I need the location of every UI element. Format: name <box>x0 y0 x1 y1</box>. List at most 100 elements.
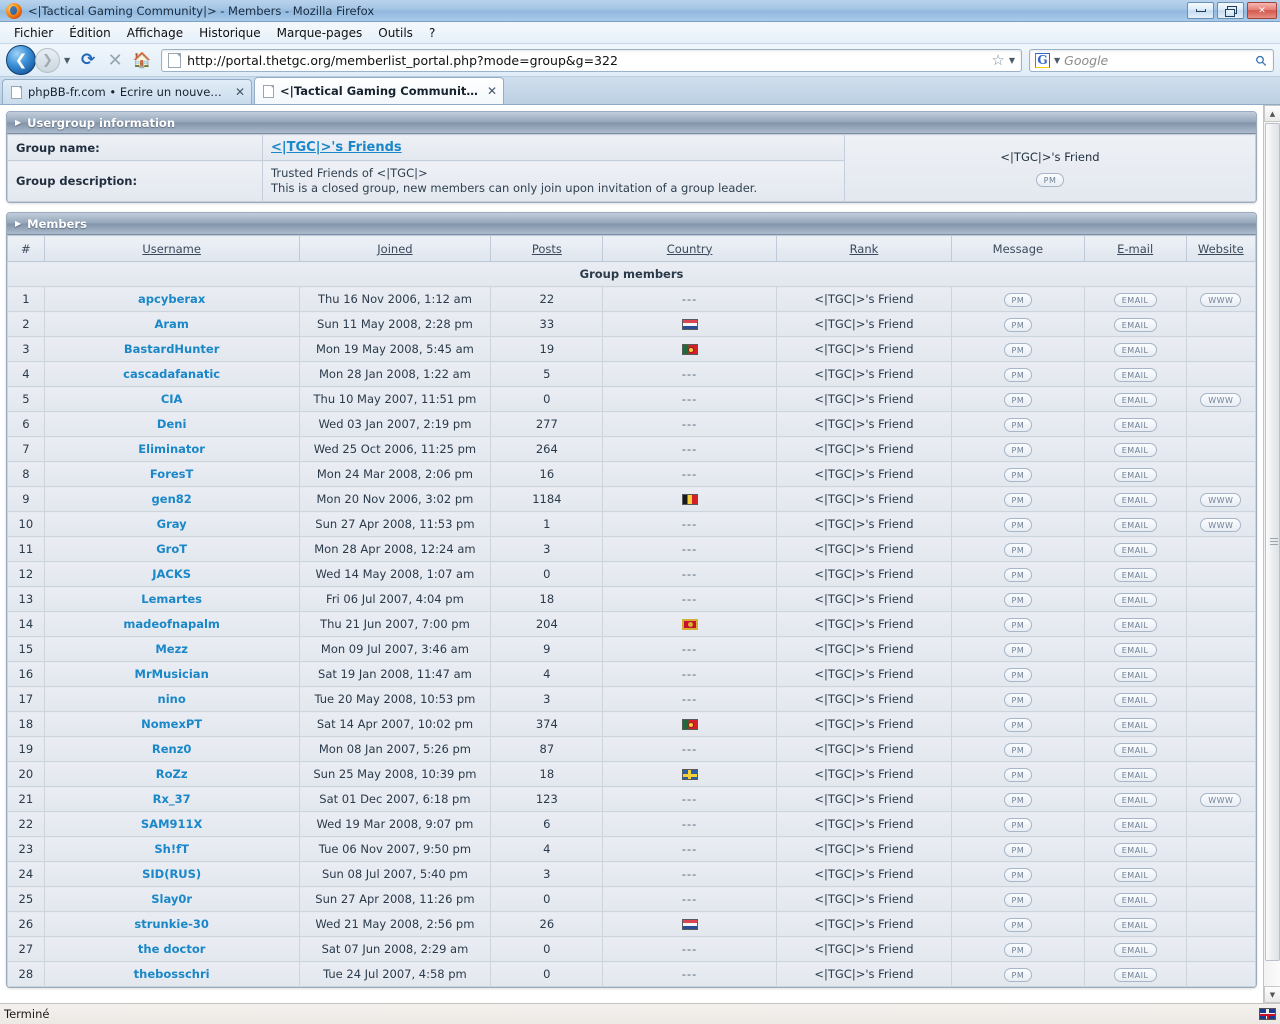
email-button[interactable]: EMAIL <box>1113 317 1157 332</box>
url-input[interactable]: http://portal.thetgc.org/memberlist_port… <box>187 53 987 68</box>
email-button[interactable]: EMAIL <box>1113 367 1157 382</box>
chevron-down-icon[interactable]: ▼ <box>64 56 70 65</box>
pm-button[interactable]: PM <box>1003 467 1033 482</box>
username-link[interactable]: gen82 <box>152 492 192 506</box>
username-link[interactable]: Renz0 <box>152 742 192 756</box>
back-icon[interactable]: ❮ <box>6 45 36 75</box>
minimize-button[interactable] <box>1187 2 1214 19</box>
username-link[interactable]: GroT <box>156 542 187 556</box>
col-email[interactable]: E-mail <box>1083 235 1187 262</box>
username-link[interactable]: madeofnapalm <box>123 617 220 631</box>
pm-button[interactable]: PM <box>1003 292 1033 307</box>
email-button[interactable]: EMAIL <box>1113 417 1157 432</box>
email-button[interactable]: EMAIL <box>1113 717 1157 732</box>
scroll-down-icon[interactable]: ▼ <box>1264 986 1280 1003</box>
email-button[interactable]: EMAIL <box>1113 742 1157 757</box>
username-link[interactable]: SAM911X <box>141 817 203 831</box>
pm-button[interactable]: PM <box>1003 792 1033 807</box>
col-country[interactable]: Country <box>602 235 777 262</box>
search-input[interactable]: Google <box>1064 53 1256 68</box>
username-link[interactable]: cascadafanatic <box>123 367 220 381</box>
username-link[interactable]: NomexPT <box>141 717 202 731</box>
pm-button[interactable]: PM <box>1003 692 1033 707</box>
menu-fichier[interactable]: Fichier <box>6 24 61 42</box>
pm-button[interactable]: PM <box>1003 767 1033 782</box>
chevron-down-icon[interactable]: ▼ <box>1009 56 1018 65</box>
pm-button[interactable]: PM <box>1003 517 1033 532</box>
restore-button[interactable] <box>1217 2 1244 19</box>
pm-button[interactable]: PM <box>1003 542 1033 557</box>
email-button[interactable]: EMAIL <box>1113 967 1157 982</box>
scroll-up-icon[interactable]: ▲ <box>1264 105 1280 122</box>
email-button[interactable]: EMAIL <box>1113 792 1157 807</box>
email-button[interactable]: EMAIL <box>1113 817 1157 832</box>
username-link[interactable]: strunkie-30 <box>134 917 209 931</box>
menu-outils[interactable]: Outils <box>370 24 421 42</box>
pm-button[interactable]: PM <box>1003 492 1033 507</box>
username-link[interactable]: Gray <box>157 517 187 531</box>
email-button[interactable]: EMAIL <box>1113 842 1157 857</box>
pm-button[interactable]: PM <box>1003 342 1033 357</box>
tab-tactical-gaming-community[interactable]: <|Tactical Gaming Community|> -... ✕ <box>254 77 504 104</box>
pm-button[interactable]: PM <box>1003 742 1033 757</box>
menu-affichage[interactable]: Affichage <box>119 24 191 42</box>
username-link[interactable]: nino <box>158 692 186 706</box>
email-button[interactable]: EMAIL <box>1113 592 1157 607</box>
username-link[interactable]: BastardHunter <box>124 342 220 356</box>
forward-icon[interactable]: ❯ <box>35 47 60 73</box>
col-joined[interactable]: Joined <box>298 235 492 262</box>
email-button[interactable]: EMAIL <box>1113 517 1157 532</box>
email-button[interactable]: EMAIL <box>1113 617 1157 632</box>
vertical-scrollbar[interactable]: ▲ ▼ <box>1263 105 1280 1003</box>
tab-phpbb-fr[interactable]: phpBB-fr.com • Ecrire un nouveau s... ✕ <box>2 79 252 104</box>
username-link[interactable]: Sh!fT <box>154 842 189 856</box>
pm-button[interactable]: PM <box>1003 392 1033 407</box>
pm-button[interactable]: PM <box>1003 642 1033 657</box>
scrollbar-thumb[interactable] <box>1265 123 1280 961</box>
email-button[interactable]: EMAIL <box>1113 892 1157 907</box>
username-link[interactable]: Eliminator <box>138 442 205 456</box>
pm-button[interactable]: PM <box>1003 717 1033 732</box>
menu-edition[interactable]: Édition <box>61 24 119 42</box>
tab-close-icon[interactable]: ✕ <box>487 84 497 98</box>
username-link[interactable]: MrMusician <box>135 667 209 681</box>
email-button[interactable]: EMAIL <box>1113 692 1157 707</box>
menu-historique[interactable]: Historique <box>191 24 269 42</box>
email-button[interactable]: EMAIL <box>1113 917 1157 932</box>
col-username[interactable]: Username <box>43 235 300 262</box>
pm-button[interactable]: PM <box>1003 567 1033 582</box>
pm-button[interactable]: PM <box>1003 417 1033 432</box>
email-button[interactable]: EMAIL <box>1113 667 1157 682</box>
username-link[interactable]: Deni <box>157 417 186 431</box>
menu-help[interactable]: ? <box>421 24 443 42</box>
group-name-link[interactable]: <|TGC|>'s Friends <box>271 140 402 155</box>
username-link[interactable]: SID(RUS) <box>142 867 201 881</box>
username-link[interactable]: JACKS <box>152 567 191 581</box>
pm-button[interactable]: PM <box>1003 967 1033 982</box>
pm-button[interactable]: PM <box>1003 667 1033 682</box>
email-button[interactable]: EMAIL <box>1113 942 1157 957</box>
www-button[interactable]: WWW <box>1200 517 1242 532</box>
www-button[interactable]: WWW <box>1200 492 1242 507</box>
pm-button[interactable]: PM <box>1003 592 1033 607</box>
email-button[interactable]: EMAIL <box>1113 642 1157 657</box>
email-button[interactable]: EMAIL <box>1113 467 1157 482</box>
pm-button[interactable]: PM <box>1003 842 1033 857</box>
email-button[interactable]: EMAIL <box>1113 292 1157 307</box>
uk-flag-icon[interactable] <box>1259 1008 1276 1020</box>
username-link[interactable]: apcyberax <box>138 292 205 306</box>
username-link[interactable]: RoZz <box>156 767 188 781</box>
col-rank[interactable]: Rank <box>775 235 953 262</box>
bookmark-star-icon[interactable]: ☆ <box>987 51 1008 69</box>
email-button[interactable]: EMAIL <box>1113 442 1157 457</box>
pm-button[interactable]: PM <box>1003 942 1033 957</box>
pm-button[interactable]: PM <box>1003 442 1033 457</box>
reload-icon[interactable]: ⟳ <box>76 48 100 72</box>
group-leader-pm-button[interactable]: PM <box>1035 172 1065 187</box>
username-link[interactable]: Mezz <box>155 642 188 656</box>
chevron-down-icon[interactable]: ▼ <box>1052 56 1064 65</box>
tab-close-icon[interactable]: ✕ <box>235 85 245 99</box>
menu-marque-pages[interactable]: Marque-pages <box>269 24 371 42</box>
search-bar[interactable]: G ▼ Google ⚲ <box>1029 48 1274 72</box>
username-link[interactable]: Slay0r <box>151 892 192 906</box>
